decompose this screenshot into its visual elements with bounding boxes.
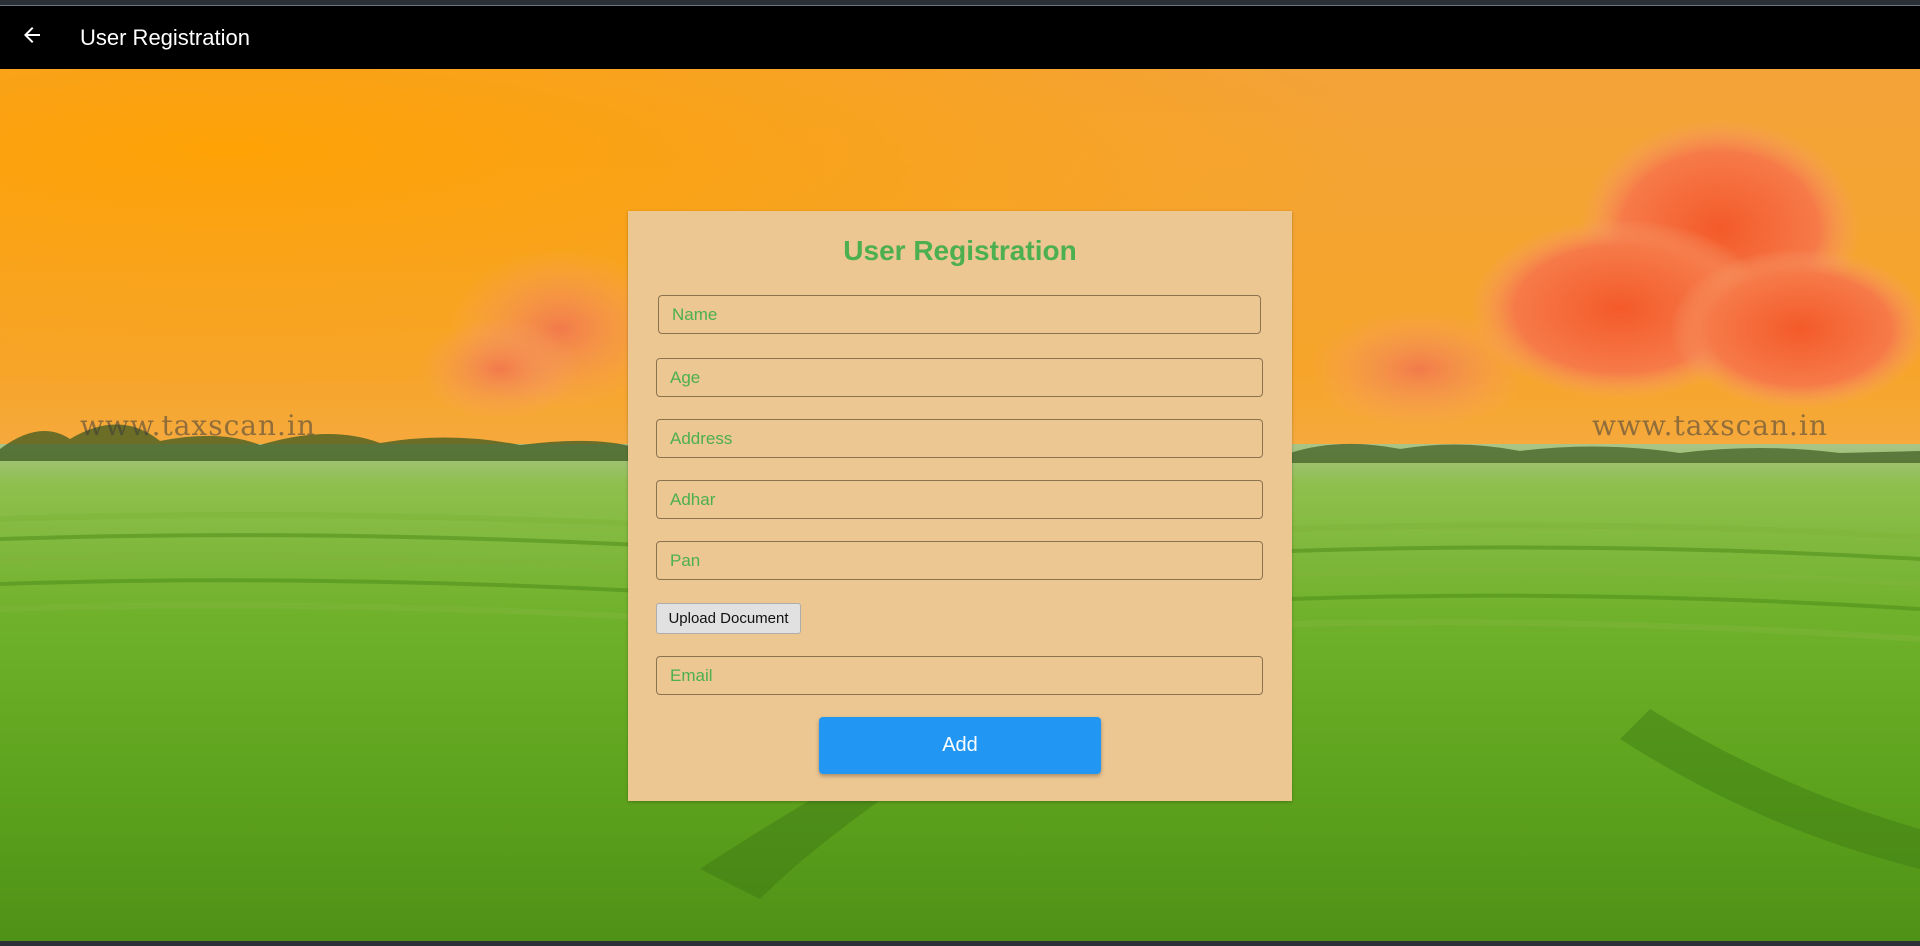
window-bottom-strip [0, 941, 1920, 946]
adhar-field[interactable] [656, 480, 1263, 519]
upload-document-button[interactable]: Upload Document [656, 603, 801, 634]
name-field[interactable] [658, 295, 1261, 334]
watermark-right: www.taxscan.in [1592, 409, 1828, 442]
age-field[interactable] [656, 358, 1263, 397]
page-title: User Registration [80, 24, 250, 50]
registration-form: User Registration Upload Document Add [628, 211, 1292, 801]
email-field[interactable] [656, 656, 1263, 695]
arrow-left-icon [20, 23, 44, 52]
watermark-left: www.taxscan.in [80, 409, 316, 442]
back-button[interactable] [0, 6, 64, 69]
app-bar: User Registration [0, 6, 1920, 69]
form-title: User Registration [843, 235, 1077, 266]
pan-field[interactable] [656, 541, 1263, 580]
add-button[interactable]: Add [819, 717, 1101, 774]
address-field[interactable] [656, 419, 1263, 458]
